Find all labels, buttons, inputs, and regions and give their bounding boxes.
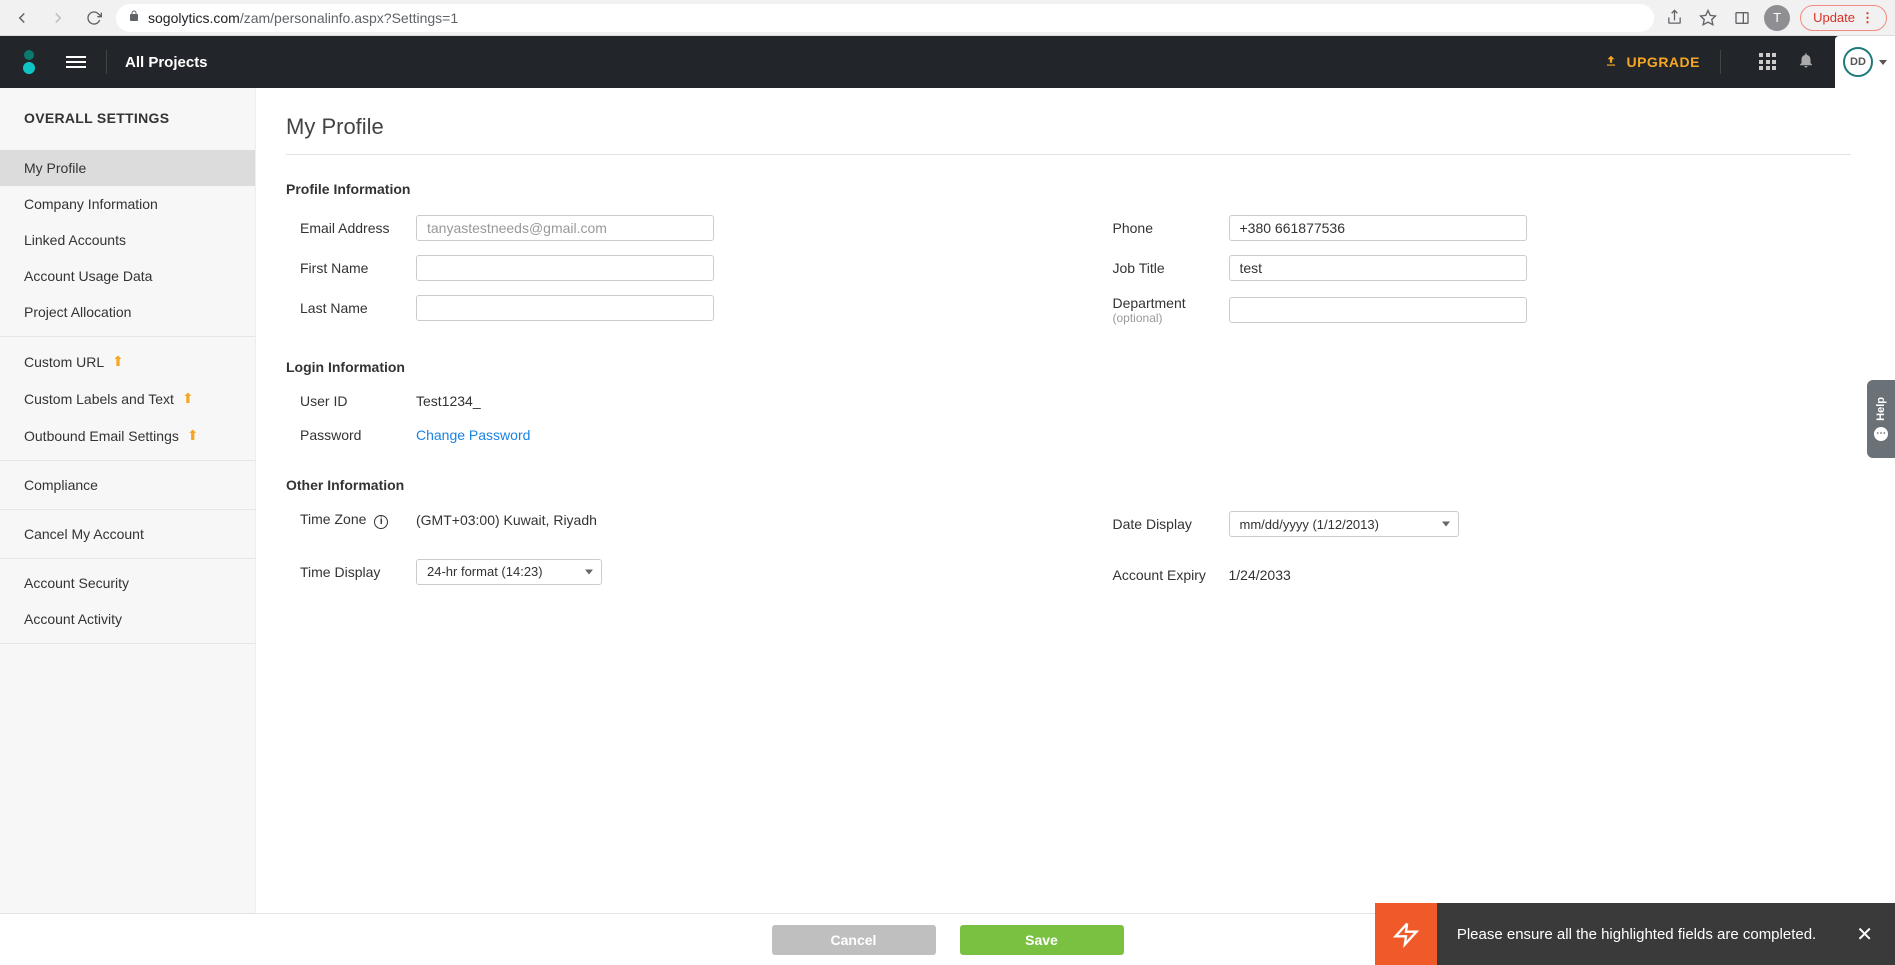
label-job-title: Job Title	[1099, 260, 1229, 276]
url-text: sogolytics.com/zam/personalinfo.aspx?Set…	[148, 10, 458, 26]
sidebar-item-project-allocation[interactable]: Project Allocation	[0, 294, 255, 330]
browser-chrome: sogolytics.com/zam/personalinfo.aspx?Set…	[0, 0, 1895, 36]
sidebar: OVERALL SETTINGS My Profile Company Info…	[0, 88, 256, 913]
time-zone-value: (GMT+03:00) Kuwait, Riyadh	[416, 512, 597, 528]
label-date-display: Date Display	[1099, 516, 1229, 532]
divider	[1720, 50, 1721, 74]
label-phone: Phone	[1099, 220, 1229, 236]
chat-icon: ⋯	[1874, 427, 1888, 441]
share-icon[interactable]	[1662, 6, 1686, 30]
section-other-heading: Other Information	[286, 477, 1851, 493]
label-time-zone: Time Zone i	[286, 511, 416, 529]
sidebar-item-outbound-email[interactable]: Outbound Email Settings⬆	[0, 417, 255, 454]
browser-profile-avatar[interactable]: T	[1764, 5, 1790, 31]
upgrade-icon: ⬆	[112, 353, 124, 370]
first-name-field[interactable]	[416, 255, 714, 281]
label-time-display: Time Display	[286, 564, 416, 580]
main-content: My Profile Profile Information Email Add…	[256, 88, 1895, 913]
email-field[interactable]	[416, 215, 714, 241]
save-button[interactable]: Save	[960, 925, 1124, 955]
phone-field[interactable]	[1229, 215, 1527, 241]
reload-button[interactable]	[80, 4, 108, 32]
job-title-field[interactable]	[1229, 255, 1527, 281]
sidebar-item-compliance[interactable]: Compliance	[0, 467, 255, 503]
panel-icon[interactable]	[1730, 6, 1754, 30]
last-name-field[interactable]	[416, 295, 714, 321]
divider	[106, 50, 107, 74]
section-profile-heading: Profile Information	[286, 181, 1851, 197]
help-tab[interactable]: Help ⋯	[1867, 380, 1895, 458]
sidebar-title: OVERALL SETTINGS	[0, 88, 255, 144]
page-title: My Profile	[286, 114, 1851, 155]
address-bar[interactable]: sogolytics.com/zam/personalinfo.aspx?Set…	[116, 4, 1654, 32]
alert-icon	[1375, 903, 1437, 965]
toast-message: Please ensure all the highlighted fields…	[1457, 926, 1816, 943]
header-title[interactable]: All Projects	[125, 54, 208, 71]
change-password-link[interactable]: Change Password	[416, 427, 530, 443]
user-menu[interactable]: DD	[1835, 36, 1895, 88]
sidebar-item-company-info[interactable]: Company Information	[0, 186, 255, 222]
label-last-name: Last Name	[286, 300, 416, 316]
department-field[interactable]	[1229, 297, 1527, 323]
time-display-select[interactable]: 24-hr format (14:23)	[416, 559, 602, 585]
date-display-select[interactable]: mm/dd/yyyy (1/12/2013)	[1229, 511, 1459, 537]
label-user-id: User ID	[286, 393, 416, 409]
sidebar-item-account-security[interactable]: Account Security	[0, 565, 255, 601]
label-email: Email Address	[286, 220, 416, 236]
chevron-down-icon	[1879, 60, 1887, 65]
toast-close-icon[interactable]: ✕	[1816, 922, 1895, 947]
upgrade-button[interactable]: UPGRADE	[1604, 54, 1700, 71]
app-header: All Projects UPGRADE DD	[0, 36, 1895, 88]
sidebar-item-account-activity[interactable]: Account Activity	[0, 601, 255, 637]
upload-icon	[1604, 54, 1618, 71]
menu-toggle-icon[interactable]	[66, 56, 86, 68]
upgrade-icon: ⬆	[187, 427, 199, 444]
sidebar-item-my-profile[interactable]: My Profile	[0, 150, 255, 186]
account-expiry-value: 1/24/2033	[1229, 567, 1291, 583]
help-label: Help	[1875, 397, 1887, 421]
browser-update-button[interactable]: Update ⋮	[1800, 5, 1887, 31]
sidebar-item-cancel-account[interactable]: Cancel My Account	[0, 516, 255, 552]
forward-button[interactable]	[44, 4, 72, 32]
label-password: Password	[286, 427, 416, 443]
sidebar-item-account-usage[interactable]: Account Usage Data	[0, 258, 255, 294]
sidebar-item-custom-url[interactable]: Custom URL⬆	[0, 343, 255, 380]
section-login-heading: Login Information	[286, 359, 1851, 375]
back-button[interactable]	[8, 4, 36, 32]
star-icon[interactable]	[1696, 6, 1720, 30]
label-first-name: First Name	[286, 260, 416, 276]
error-toast: Please ensure all the highlighted fields…	[1375, 903, 1895, 965]
cancel-button[interactable]: Cancel	[772, 925, 936, 955]
sidebar-item-custom-labels[interactable]: Custom Labels and Text⬆	[0, 380, 255, 417]
upgrade-icon: ⬆	[182, 390, 194, 407]
user-id-value: Test1234_	[416, 393, 481, 409]
sidebar-item-linked-accounts[interactable]: Linked Accounts	[0, 222, 255, 258]
lock-icon	[128, 10, 140, 25]
apps-grid-icon[interactable]	[1759, 53, 1777, 71]
info-icon[interactable]: i	[374, 515, 388, 529]
user-avatar: DD	[1843, 47, 1873, 77]
label-account-expiry: Account Expiry	[1099, 567, 1229, 583]
app-logo[interactable]	[20, 47, 38, 77]
notifications-icon[interactable]	[1797, 51, 1815, 74]
label-department: Department (optional)	[1099, 295, 1229, 325]
